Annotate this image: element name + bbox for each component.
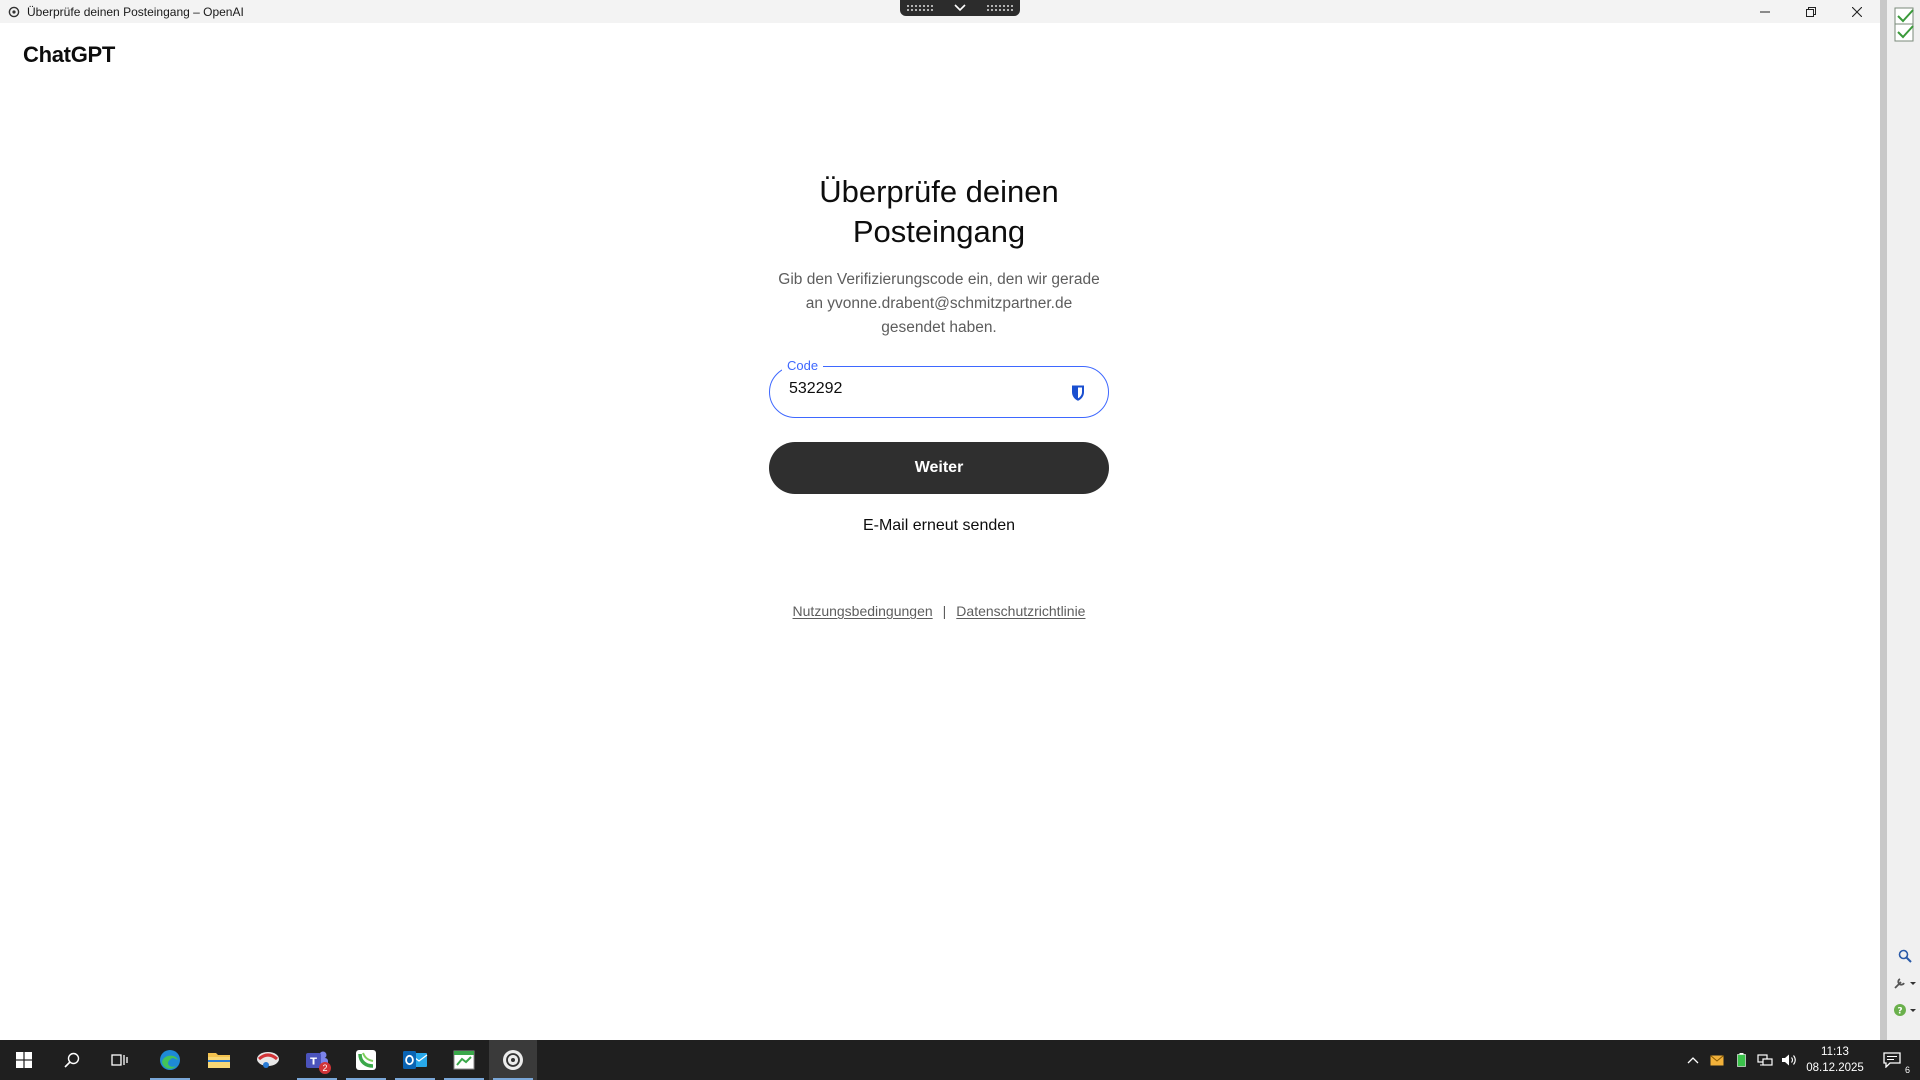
svg-text:?: ? [1897, 1007, 1902, 1017]
mail-icon [1710, 1054, 1724, 1065]
restore-icon [1806, 6, 1816, 17]
search-button[interactable] [48, 1040, 96, 1080]
restore-button[interactable] [1788, 0, 1834, 23]
notification-count: 6 [1904, 1065, 1910, 1075]
task-view-button[interactable] [96, 1040, 144, 1080]
resend-email-button[interactable]: E-Mail erneut senden [769, 516, 1109, 536]
taskbar-edge[interactable] [146, 1040, 194, 1080]
footer-links: Nutzungsbedingungen | Datenschutzrichtlini… [769, 603, 1109, 619]
edge-icon [160, 1050, 180, 1070]
code-field-label: Code [782, 358, 824, 374]
window-title: Überprüfe deinen Posteingang – OpenAI [27, 4, 244, 19]
minimize-icon [1760, 11, 1770, 12]
continue-button[interactable]: Weiter [769, 442, 1109, 494]
privacy-link[interactable]: Datenschutzrichtlinie [956, 603, 1085, 619]
svg-text:T: T [310, 1057, 317, 1068]
page-title-line1: Überprüfe deinen [819, 174, 1059, 209]
tray-mail[interactable] [1705, 1040, 1729, 1080]
verification-card: Überprüfe deinen Posteingang Gib den Ver… [769, 172, 1109, 536]
taskbar-app-green[interactable] [342, 1040, 390, 1080]
terms-link[interactable]: Nutzungsbedingungen [793, 603, 933, 619]
taskbar-app-shell[interactable] [244, 1040, 292, 1080]
tray-network[interactable] [1753, 1040, 1777, 1080]
outlook-icon [403, 1051, 428, 1069]
instruction-line1: Gib den Verifizierungscode ein, den wir … [778, 271, 1100, 288]
close-button[interactable] [1834, 0, 1880, 23]
openai-icon [503, 1050, 523, 1070]
code-field[interactable]: Code [769, 358, 1109, 418]
taskbar: T 2 11:13 08.12.2025 6 [0, 1040, 1920, 1080]
close-icon [1852, 6, 1862, 17]
grip-icon[interactable] [986, 4, 1014, 12]
openai-icon [8, 6, 20, 18]
side-tool-panel: ? [1880, 0, 1920, 1040]
code-input[interactable] [789, 380, 1039, 398]
chevron-up-icon [1687, 1057, 1699, 1064]
search-icon[interactable] [1891, 946, 1919, 966]
help-icon[interactable]: ? [1891, 1000, 1919, 1020]
chevron-down-icon[interactable] [952, 0, 968, 16]
page-title-line2: Posteingang [852, 214, 1026, 249]
notification-center-button[interactable]: 6 [1872, 1040, 1912, 1080]
window-controls [1742, 0, 1880, 23]
taskbar-outlook[interactable] [391, 1040, 439, 1080]
tray-volume[interactable] [1777, 1040, 1801, 1080]
grip-icon[interactable] [906, 4, 934, 12]
notification-icon [1883, 1052, 1901, 1068]
remote-desktop-bar[interactable] [900, 0, 1020, 16]
battery-icon [1736, 1053, 1746, 1067]
footer-separator: | [942, 603, 947, 619]
folder-icon [208, 1053, 230, 1068]
chatgpt-logo-text: ChatGPT [23, 42, 116, 67]
clock-date: 08.12.2025 [1806, 1062, 1864, 1074]
windows-icon [16, 1052, 32, 1068]
shell-app-icon [257, 1052, 279, 1068]
instruction-line2: an yvonne.drabent@schmitzpartner.de [805, 295, 1073, 312]
password-manager-shield-icon[interactable] [1070, 384, 1086, 402]
show-hidden-icons-button[interactable] [1681, 1040, 1705, 1080]
instruction-text: Gib den Verifizierungscode ein, den wir … [769, 268, 1109, 340]
green-app-icon [356, 1050, 376, 1070]
speaker-icon [1782, 1054, 1796, 1066]
taskbar-clock[interactable]: 11:13 08.12.2025 [1800, 1044, 1870, 1076]
task-view-icon [111, 1054, 128, 1066]
taskbar-openai-window[interactable] [489, 1040, 537, 1080]
start-button[interactable] [0, 1040, 48, 1080]
network-icon [1757, 1054, 1773, 1066]
checkmark-icon[interactable] [1890, 22, 1920, 44]
minimize-button[interactable] [1742, 0, 1788, 23]
search-icon [64, 1052, 80, 1068]
document-app-icon [453, 1050, 475, 1070]
taskbar-file-explorer[interactable] [195, 1040, 243, 1080]
taskbar-teams[interactable]: T 2 [293, 1040, 341, 1080]
instruction-line3: gesendet haben. [881, 319, 997, 336]
tray-battery[interactable] [1729, 1040, 1753, 1080]
clock-time: 11:13 [1821, 1046, 1849, 1058]
teams-notification-badge: 2 [319, 1062, 331, 1074]
wrench-icon[interactable] [1891, 973, 1919, 993]
page-title: Überprüfe deinen Posteingang [769, 172, 1109, 252]
taskbar-app-sheet[interactable] [440, 1040, 488, 1080]
